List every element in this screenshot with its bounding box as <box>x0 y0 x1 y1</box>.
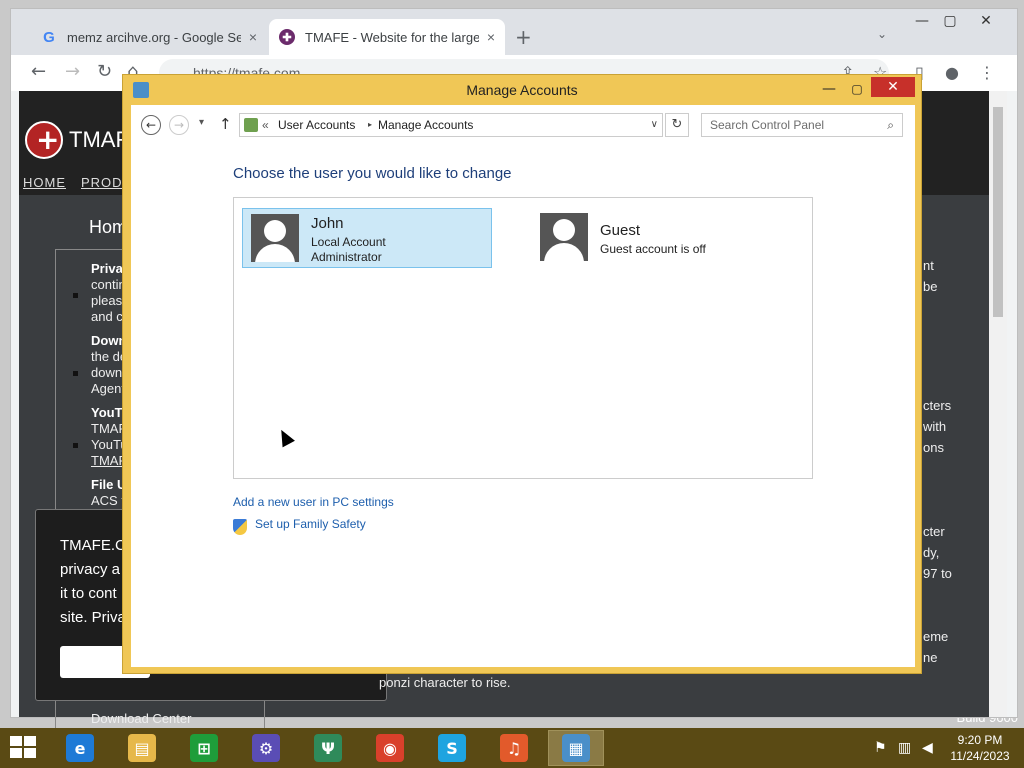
back-button[interactable]: ← <box>141 115 161 135</box>
maximize-button[interactable]: ▢ <box>935 13 965 29</box>
tab-close-icon[interactable]: × <box>249 29 257 45</box>
taskbar-app-skype[interactable]: S <box>424 730 480 766</box>
scrollbar-thumb[interactable] <box>993 107 1003 317</box>
body-text-fragment: cters with ons <box>923 398 952 455</box>
reload-button[interactable]: ↻ <box>97 61 112 82</box>
body-text-fragment: nt be <box>923 258 938 294</box>
user-avatar-icon <box>540 213 588 261</box>
accounts-panel: John Local Account Administrator Guest G… <box>233 197 813 479</box>
minimize-button[interactable]: — <box>907 13 937 29</box>
site-name[interactable]: TMAF <box>69 127 129 153</box>
store-icon: ⊞ <box>190 734 218 762</box>
account-status: Guest account is off <box>600 242 706 256</box>
up-button[interactable]: ↑ <box>219 115 232 133</box>
family-safety-link[interactable]: Set up Family Safety <box>255 517 366 531</box>
breadcrumb-user-accounts[interactable]: User Accounts <box>278 114 355 136</box>
taskbar-app-control-panel[interactable]: ▦ <box>548 730 604 766</box>
user-avatar-icon <box>251 214 299 262</box>
account-name: John <box>311 215 344 232</box>
bullet-icon <box>73 293 78 298</box>
food-drink-icon: Ψ <box>314 734 342 762</box>
taskbar-app-store[interactable]: ⊞ <box>176 730 232 766</box>
taskbar-app-music[interactable]: ♫ <box>486 730 542 766</box>
page-scrollbar[interactable] <box>989 91 1007 717</box>
chrome-icon: ◉ <box>376 734 404 762</box>
account-guest[interactable]: Guest Guest account is off <box>532 208 782 268</box>
refresh-button[interactable]: ↻ <box>665 113 689 137</box>
minimize-button[interactable]: — <box>819 77 839 101</box>
tab-strip: G memz arcihve.org - Google Search × ✚ T… <box>11 9 1017 55</box>
back-button[interactable]: ← <box>31 61 46 82</box>
tab-close-icon[interactable]: × <box>487 29 495 45</box>
forward-button[interactable]: → <box>65 61 80 82</box>
tab-title: TMAFE - Website for the largest <box>305 29 479 45</box>
start-button[interactable] <box>10 736 38 760</box>
body-text-fragment: eme ne <box>923 629 949 665</box>
clock-date: 11/24/2023 <box>950 749 1010 763</box>
tab-tmafe[interactable]: ✚ TMAFE - Website for the largest × <box>269 19 505 55</box>
window-title: Manage Accounts <box>466 82 578 98</box>
taskbar-app-food-drink[interactable]: Ψ <box>300 730 356 766</box>
address-bar[interactable]: « User Accounts ▸ Manage Accounts ∨ <box>239 113 663 137</box>
breadcrumb-manage-accounts[interactable]: Manage Accounts <box>378 114 473 136</box>
body-text-fragment: cter dy, 97 to <box>923 524 952 581</box>
file-explorer-icon: ▤ <box>128 734 156 762</box>
tab-google-search[interactable]: G memz arcihve.org - Google Search × <box>31 19 267 55</box>
clock[interactable]: 9:20 PM 11/24/2023 <box>944 732 1016 764</box>
taskbar-app-file-explorer[interactable]: ▤ <box>114 730 170 766</box>
taskbar-app-internet-explorer[interactable]: e <box>52 730 108 766</box>
nav-home-link[interactable]: HOME <box>23 175 66 190</box>
tab-search-button[interactable]: ⌄ <box>877 27 887 41</box>
menu-icon[interactable]: ⋮ <box>979 63 995 82</box>
maximize-button[interactable]: ▢ <box>847 77 867 101</box>
taskbar-app-settings[interactable]: ⚙ <box>238 730 294 766</box>
bullet-icon <box>73 371 78 376</box>
control-panel-icon <box>244 118 258 132</box>
account-type: Local Account <box>311 235 386 249</box>
skype-icon: S <box>438 734 466 762</box>
account-role: Administrator <box>311 250 382 264</box>
new-tab-button[interactable]: + <box>515 25 532 49</box>
manage-accounts-window: Manage Accounts — ▢ ✕ ← → ▾ ↑ « User Acc… <box>122 74 922 674</box>
forward-button[interactable]: → <box>169 115 189 135</box>
title-bar[interactable]: Manage Accounts — ▢ ✕ <box>123 75 921 105</box>
close-button[interactable]: ✕ <box>971 13 1001 29</box>
close-button[interactable]: ✕ <box>871 77 915 97</box>
search-input[interactable]: Search Control Panel ⌕ <box>701 113 903 137</box>
recent-locations-button[interactable]: ▾ <box>199 117 204 128</box>
body-text-fragment: ponzi character to rise. <box>379 675 511 690</box>
download-center-link[interactable]: Download Center <box>91 711 191 726</box>
account-name: Guest <box>600 222 641 239</box>
search-icon[interactable]: ⌕ <box>887 114 894 136</box>
taskbar: e ▤ ⊞ ⚙ Ψ ◉ S ♫ ▦ ⚑ ▥ ◀ 9:20 PM 11/24/2023 <box>0 728 1024 768</box>
site-logo-icon[interactable] <box>25 121 63 159</box>
chevron-down-icon[interactable]: ∨ <box>651 114 658 136</box>
profile-icon[interactable]: ● <box>945 63 959 82</box>
account-john[interactable]: John Local Account Administrator <box>242 208 492 268</box>
shield-icon <box>233 519 247 535</box>
volume-muted-icon[interactable]: ◀ <box>922 740 933 756</box>
breadcrumb-separator-icon[interactable]: ▸ <box>368 114 372 136</box>
add-user-link[interactable]: Add a new user in PC settings <box>233 495 394 509</box>
action-center-flag-icon[interactable]: ⚑ <box>874 740 887 756</box>
control-panel-icon: ▦ <box>562 734 590 762</box>
window-content: ← → ▾ ↑ « User Accounts ▸ Manage Account… <box>131 105 915 667</box>
page-title: Choose the user you would like to change <box>233 165 512 182</box>
chevron-left-icon[interactable]: « <box>262 114 269 136</box>
internet-explorer-icon: e <box>66 734 94 762</box>
network-icon[interactable]: ▥ <box>898 740 911 756</box>
cookie-text: TMAFE.C privacy a it to cont site. Priva <box>60 537 126 626</box>
bullet-icon <box>73 443 78 448</box>
music-icon: ♫ <box>500 734 528 762</box>
search-placeholder: Search Control Panel <box>710 118 825 132</box>
google-icon: G <box>43 28 55 46</box>
tab-title: memz arcihve.org - Google Search <box>67 29 241 45</box>
clock-time: 9:20 PM <box>957 733 1003 747</box>
taskbar-app-chrome[interactable]: ◉ <box>362 730 418 766</box>
settings-icon: ⚙ <box>252 734 280 762</box>
tmafe-favicon-icon: ✚ <box>279 29 295 45</box>
